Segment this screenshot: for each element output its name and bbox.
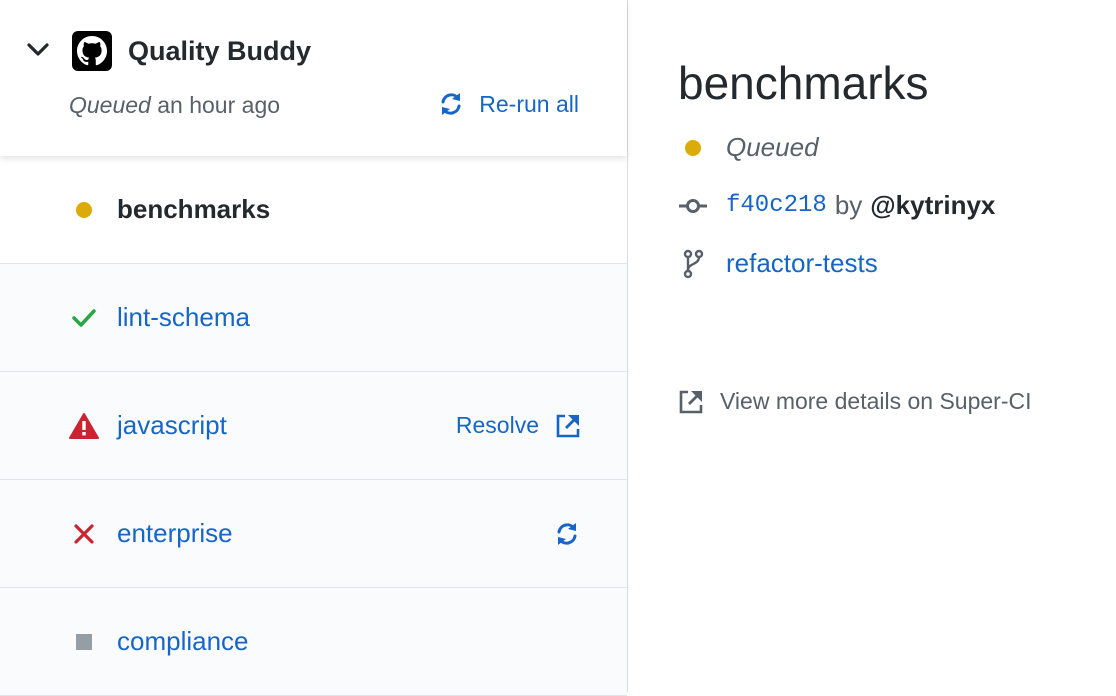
check-run-name: benchmarks (117, 194, 271, 224)
commit-sha-link[interactable]: f40c218 (726, 192, 827, 219)
rerun-all-label: Re-run all (479, 90, 579, 117)
x-icon (68, 518, 100, 550)
view-more-details-link[interactable]: View more details on Super-CI (678, 388, 1032, 415)
more-details-label: View more details on Super-CI (720, 388, 1032, 414)
sync-icon (441, 93, 461, 115)
queued-dot-icon (678, 139, 708, 157)
external-link-icon (556, 414, 580, 437)
alert-icon (68, 410, 100, 442)
rerun-button[interactable] (553, 520, 581, 548)
app-name: Quality Buddy (128, 36, 312, 66)
detail-branch-row: refactor-tests (678, 248, 878, 279)
git-branch-icon (678, 249, 708, 279)
detail-status-row: Queued (678, 132, 819, 163)
branch-link[interactable]: refactor-tests (726, 248, 878, 279)
resolve-button[interactable]: Resolve (456, 412, 581, 439)
github-logo-icon (72, 31, 112, 71)
by-label: by (834, 190, 863, 220)
check-run-name: compliance (117, 626, 249, 656)
sync-icon (557, 522, 577, 545)
check-run-name: javascript (117, 410, 227, 440)
check-run-item-enterprise[interactable]: enterprise (0, 480, 627, 588)
check-run-name: lint-schema (117, 302, 250, 332)
suite-status-time: an hour ago (157, 92, 281, 118)
detail-status: Queued (726, 132, 819, 162)
resolve-label: Resolve (455, 412, 539, 438)
rerun-all-button[interactable]: Re-run all (437, 90, 579, 118)
detail-title: benchmarks (678, 57, 929, 109)
check-suite-header: Quality Buddy Queued an hour ago Re-run … (0, 0, 627, 156)
queued-dot-icon (68, 194, 100, 226)
check-run-item-compliance[interactable]: compliance (0, 588, 627, 696)
suite-status-word: Queued (69, 92, 151, 118)
git-commit-icon (678, 197, 708, 215)
check-runs-pane: Quality Buddy Queued an hour ago Re-run … (0, 0, 628, 696)
check-icon (68, 302, 100, 334)
check-run-detail-pane: benchmarks Queued f40c218 by @kytrinyx r… (628, 0, 1116, 692)
checks-view: Quality Buddy Queued an hour ago Re-run … (0, 0, 1116, 696)
check-run-item-javascript[interactable]: javascript Resolve (0, 372, 627, 480)
suite-status: Queued an hour ago (69, 92, 280, 119)
check-run-item-benchmarks[interactable]: benchmarks (0, 156, 627, 264)
check-run-name: enterprise (117, 518, 233, 548)
check-run-item-lint-schema[interactable]: lint-schema (0, 264, 627, 372)
chevron-down-icon[interactable] (26, 40, 50, 60)
detail-commit-row: f40c218 by @kytrinyx (678, 190, 995, 221)
stop-square-icon (68, 626, 100, 658)
external-link-icon (679, 390, 703, 413)
author-name: @kytrinyx (870, 190, 996, 220)
check-run-list: benchmarks lint-schema javascript Resolv… (0, 156, 627, 696)
